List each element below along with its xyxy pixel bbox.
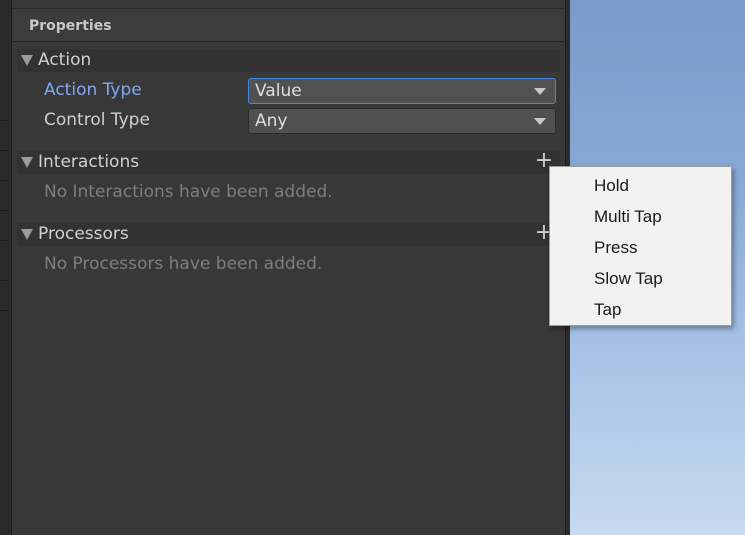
menu-item-label: Multi Tap — [594, 207, 662, 226]
menu-item-label: Press — [594, 238, 638, 257]
processors-empty-text: No Processors have been added. — [44, 254, 323, 274]
control-type-value: Any — [255, 111, 288, 131]
menu-item-hold[interactable]: Hold — [551, 170, 730, 201]
interactions-section-title: Interactions — [38, 152, 140, 172]
left-panel-edge — [0, 0, 12, 535]
menu-item-label: Slow Tap — [594, 269, 663, 288]
processors-section-header[interactable]: Processors + — [17, 221, 560, 246]
action-section-header[interactable]: Action — [17, 49, 560, 72]
collapse-triangle-icon[interactable] — [21, 55, 33, 66]
properties-header: Properties — [13, 8, 563, 42]
menu-item-label: Hold — [594, 176, 629, 195]
add-interaction-menu: Hold Multi Tap Press Slow Tap Tap — [549, 166, 732, 326]
menu-item-multi-tap[interactable]: Multi Tap — [551, 201, 730, 232]
action-section-title: Action — [38, 50, 92, 70]
dropdown-arrow-icon — [534, 88, 546, 95]
action-type-value: Value — [255, 81, 302, 101]
control-type-label: Control Type — [44, 110, 150, 130]
interactions-empty-text: No Interactions have been added. — [44, 182, 333, 202]
dropdown-arrow-icon — [534, 118, 546, 125]
processors-section-title: Processors — [38, 224, 129, 244]
menu-item-press[interactable]: Press — [551, 232, 730, 263]
collapse-triangle-icon[interactable] — [21, 229, 33, 240]
control-type-dropdown[interactable]: Any — [248, 108, 556, 134]
action-type-dropdown[interactable]: Value — [248, 78, 556, 104]
interactions-section-header[interactable]: Interactions + — [17, 149, 560, 174]
menu-item-label: Tap — [594, 300, 622, 319]
menu-item-slow-tap[interactable]: Slow Tap — [551, 263, 730, 294]
collapse-triangle-icon[interactable] — [21, 157, 33, 168]
action-type-label: Action Type — [44, 80, 142, 100]
menu-item-tap[interactable]: Tap — [551, 294, 730, 325]
properties-title: Properties — [29, 18, 112, 34]
